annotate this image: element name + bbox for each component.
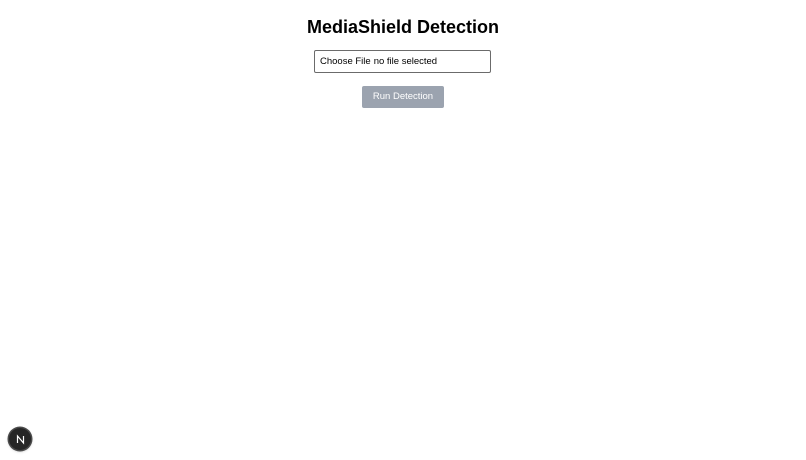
- nextjs-logo-icon: [16, 433, 24, 445]
- page-title: MediaShield Detection: [306, 17, 500, 37]
- file-input[interactable]: Choose File no file selected: [314, 50, 491, 73]
- run-detection-button[interactable]: Run Detection: [362, 86, 444, 108]
- nextjs-dev-indicator-button[interactable]: [9, 428, 31, 450]
- choose-file-button[interactable]: Choose File: [320, 56, 371, 67]
- page: MediaShield Detection Choose File no fil…: [0, 0, 806, 460]
- file-status-text: no file selected: [373, 56, 438, 67]
